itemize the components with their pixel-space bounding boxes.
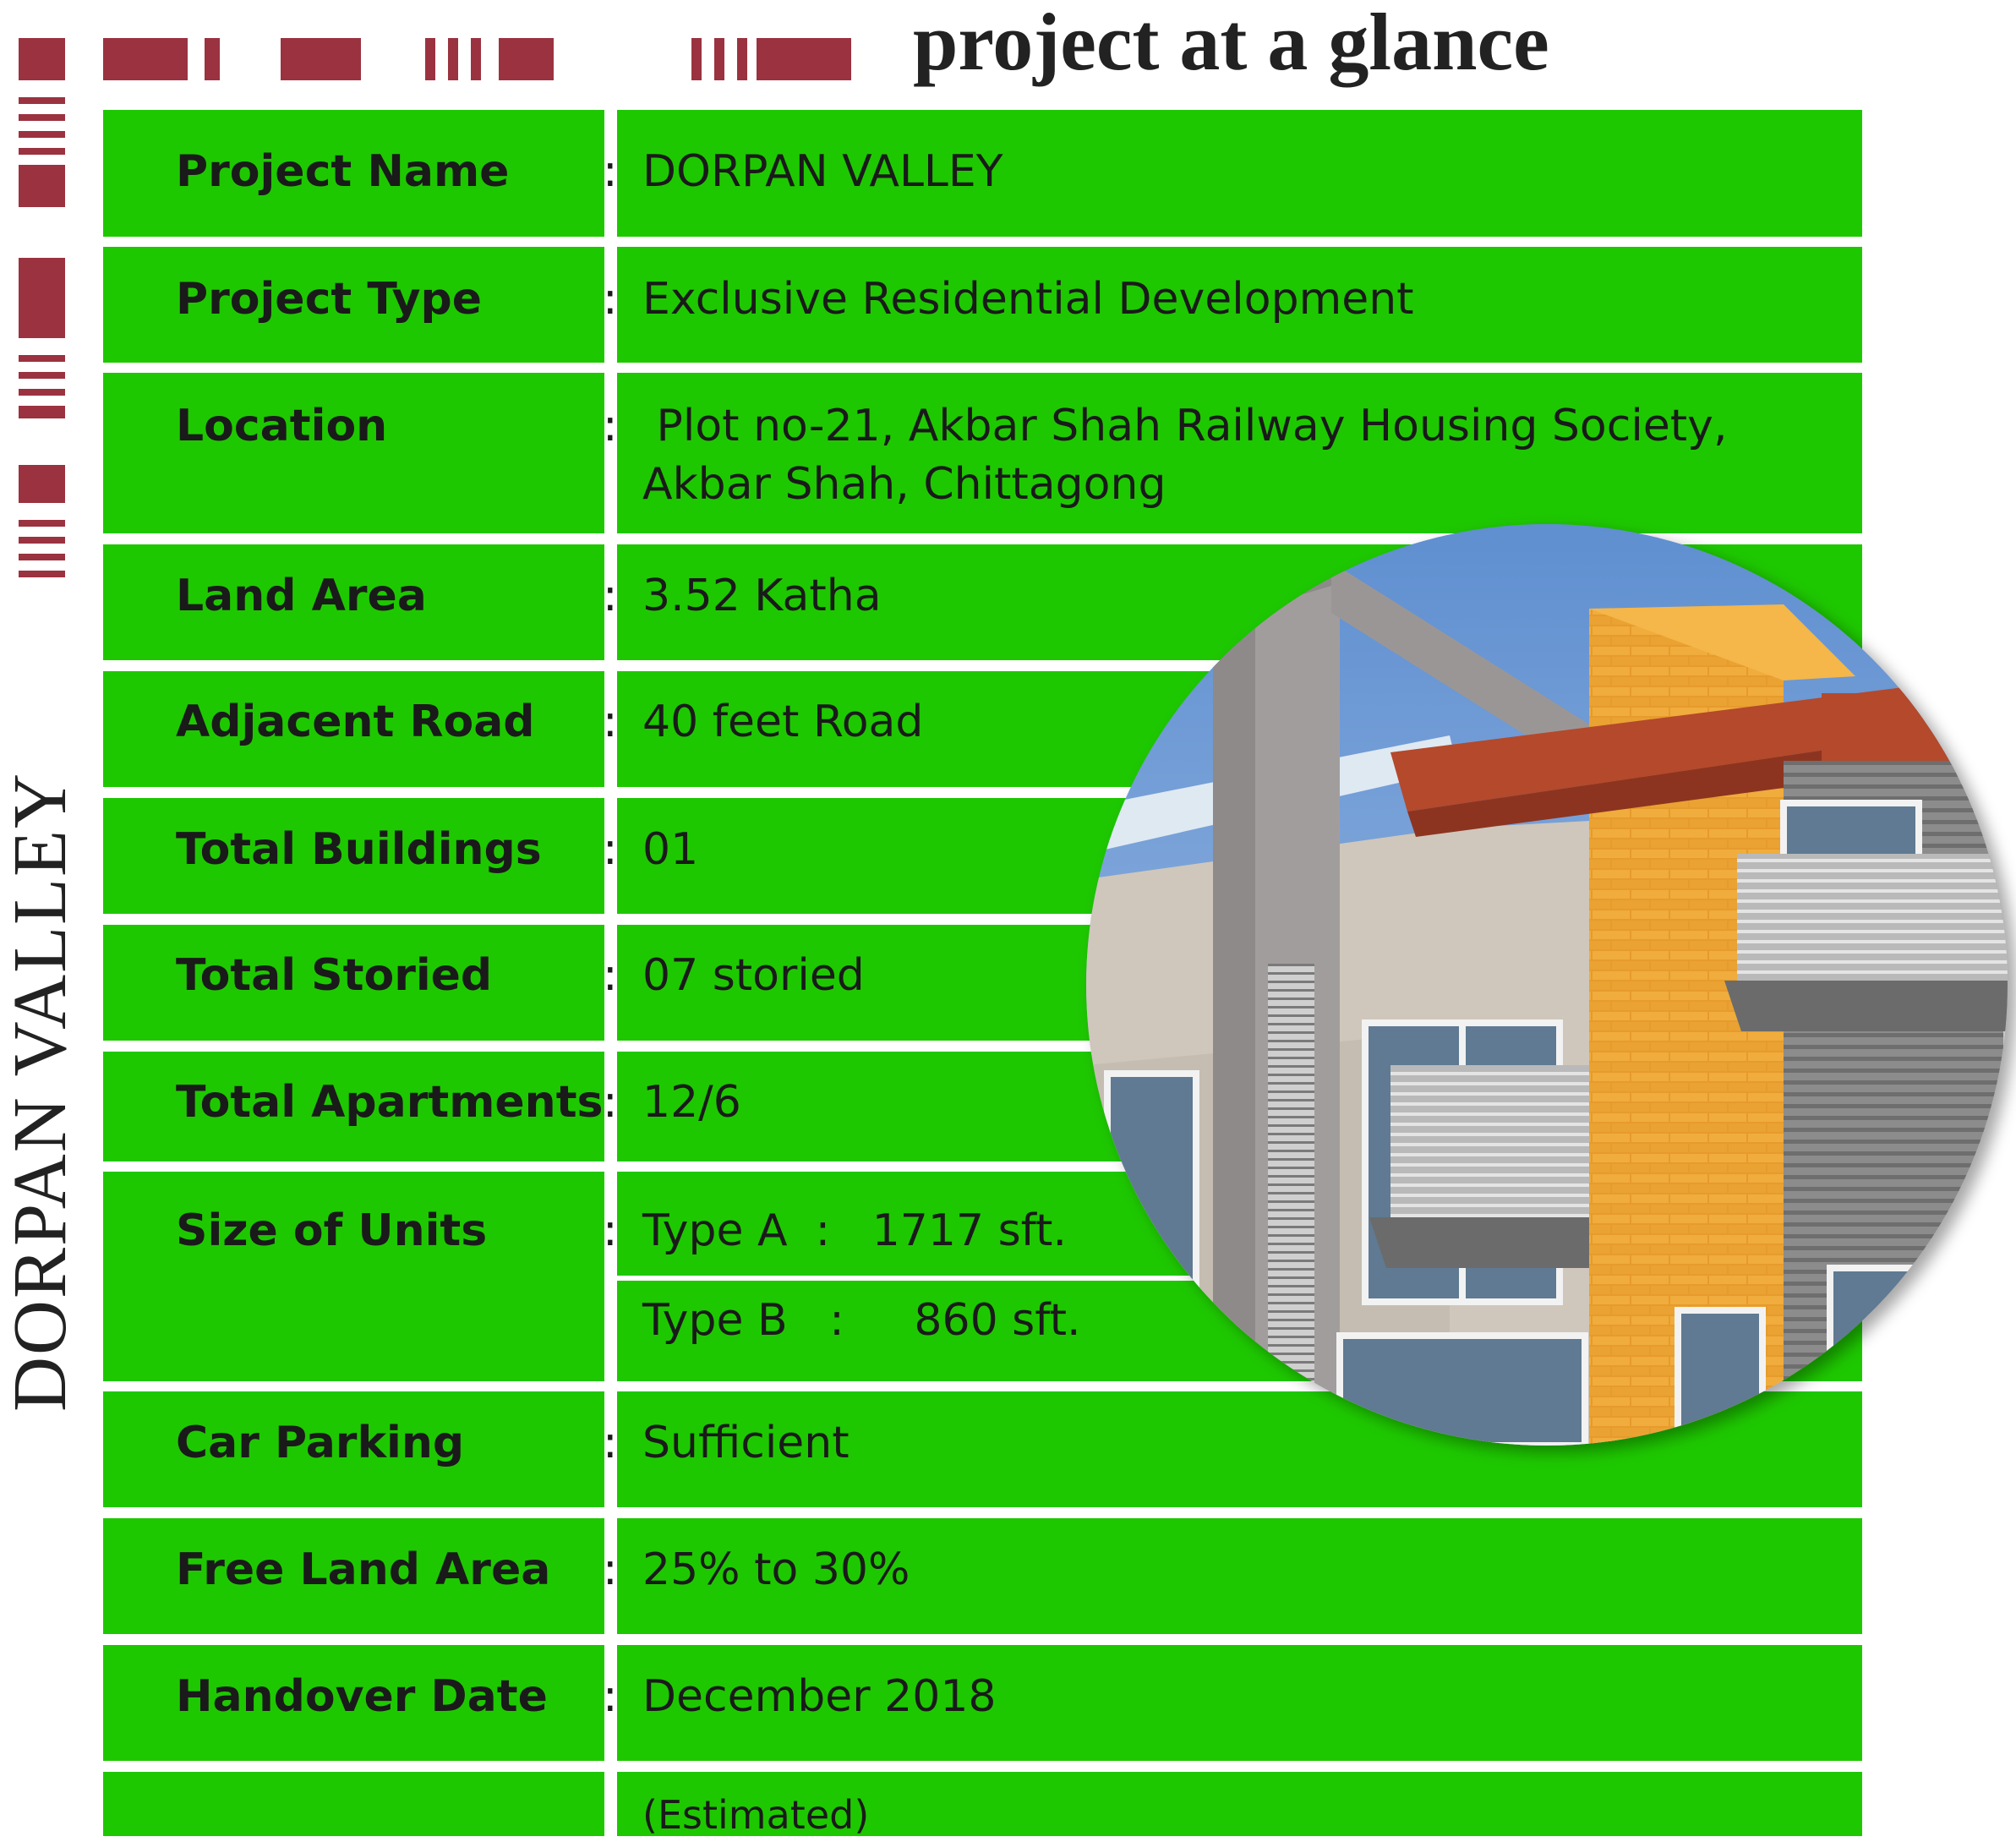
label-project-name: Project Name <box>176 146 510 197</box>
separator: : <box>603 1671 618 1722</box>
label-total-buildings: Total Buildings <box>176 824 542 875</box>
row-bg <box>103 373 604 533</box>
value-total-apartments: 12/6 <box>642 1077 741 1128</box>
separator: : <box>603 697 618 747</box>
building-photo <box>1086 524 2008 1446</box>
value-total-buildings: 01 <box>642 824 699 875</box>
label-total-apartments: Total Apartments <box>176 1077 604 1128</box>
separator: : <box>603 950 618 1001</box>
label-adjacent-road: Adjacent Road <box>176 697 535 747</box>
value-free-land-area: 25% to 30% <box>642 1544 910 1595</box>
value-project-type: Exclusive Residential Development <box>642 274 1414 325</box>
brand-vertical-text: DORPAN VALLEY <box>0 772 82 1412</box>
label-total-storied: Total Storied <box>176 950 493 1001</box>
label-land-area: Land Area <box>176 571 427 621</box>
value-location-line1: Plot no-21, Akbar Shah Railway Housing S… <box>642 401 1728 451</box>
label-size-of-units: Size of Units <box>176 1205 488 1256</box>
label-free-land-area: Free Land Area <box>176 1544 551 1595</box>
value-unit-type-b: Type B : 860 sft. <box>642 1295 1081 1346</box>
value-handover-date: December 2018 <box>642 1671 997 1722</box>
value-adjacent-road: 40 feet Road <box>642 697 924 747</box>
separator: : <box>603 146 618 197</box>
value-handover-note: (Estimated) <box>642 1792 870 1838</box>
separator: : <box>603 1418 618 1468</box>
separator: : <box>603 1077 618 1128</box>
separator: : <box>603 1205 618 1256</box>
value-car-parking: Sufficient <box>642 1418 850 1468</box>
value-location-line2: Akbar Shah, Chittagong <box>642 459 1166 510</box>
separator: : <box>603 571 618 621</box>
value-unit-type-a: Type A : 1717 sft. <box>642 1205 1067 1256</box>
separator: : <box>603 1544 618 1595</box>
value-land-area: 3.52 Katha <box>642 571 882 621</box>
separator: : <box>603 824 618 875</box>
row-bg <box>103 1772 604 1836</box>
label-car-parking: Car Parking <box>176 1418 465 1468</box>
label-handover-date: Handover Date <box>176 1671 548 1722</box>
label-location: Location <box>176 401 388 451</box>
separator: : <box>603 274 618 325</box>
value-total-storied: 07 storied <box>642 950 865 1001</box>
page-title: project at a glance <box>913 0 1549 87</box>
separator: : <box>603 401 618 451</box>
value-project-name: DORPAN VALLEY <box>642 146 1003 197</box>
label-project-type: Project Type <box>176 274 483 325</box>
